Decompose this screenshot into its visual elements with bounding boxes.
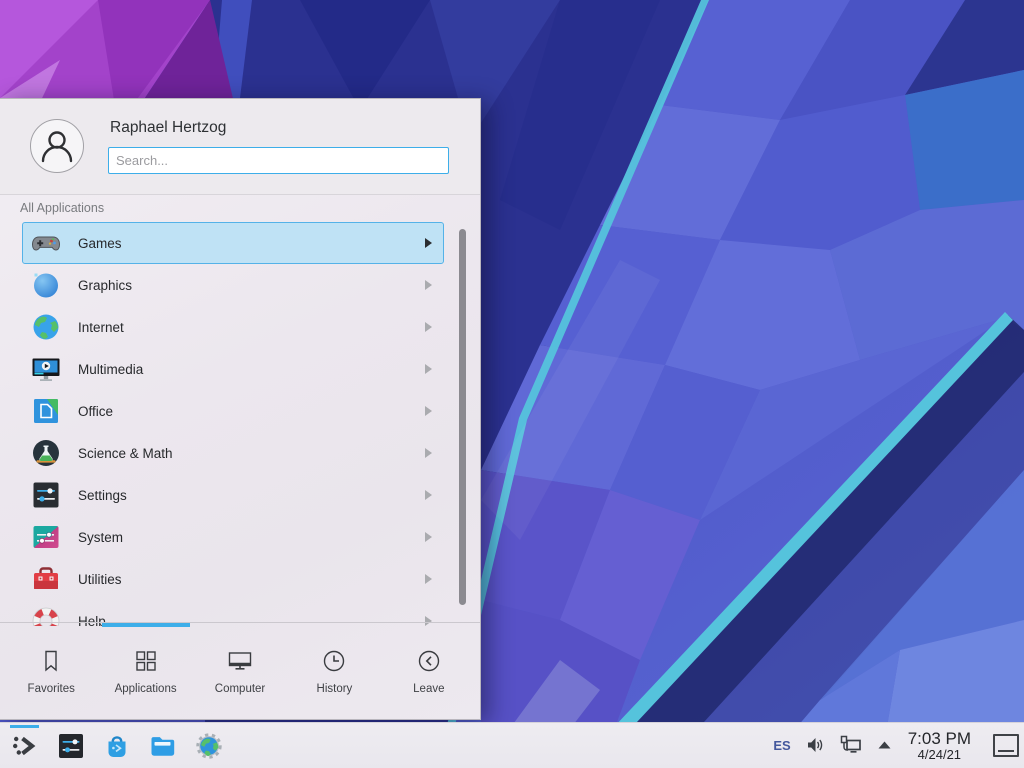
applications-icon bbox=[132, 647, 160, 675]
menu-item-settings[interactable]: Settings bbox=[22, 474, 444, 516]
menu-item-internet[interactable]: Internet bbox=[22, 306, 444, 348]
keyboard-layout-indicator[interactable]: ES bbox=[773, 738, 790, 753]
menu-item-system[interactable]: System bbox=[22, 516, 444, 558]
file-manager-button[interactable] bbox=[148, 731, 178, 761]
show-desktop-button[interactable] bbox=[993, 734, 1019, 757]
launcher-button[interactable] bbox=[10, 731, 40, 761]
web-browser-button[interactable] bbox=[194, 731, 224, 761]
tab-history[interactable]: History bbox=[287, 623, 381, 719]
digital-clock[interactable]: 7:03 PM 4/24/21 bbox=[908, 730, 971, 761]
submenu-arrow-icon bbox=[424, 363, 433, 375]
wired-network-icon[interactable] bbox=[839, 734, 863, 756]
folder-icon bbox=[148, 731, 178, 761]
games-icon bbox=[30, 227, 62, 259]
internet-icon bbox=[30, 311, 62, 343]
application-launcher-menu: Raphael Hertzog All Applications bbox=[0, 98, 481, 720]
search-box bbox=[108, 147, 449, 174]
menu-item-utilities[interactable]: Utilities bbox=[22, 558, 444, 600]
menu-item-office[interactable]: Office bbox=[22, 390, 444, 432]
settings-icon bbox=[30, 479, 62, 511]
menu-item-games[interactable]: Games bbox=[22, 222, 444, 264]
multimedia-icon bbox=[30, 353, 62, 385]
tab-favorites[interactable]: Favorites bbox=[4, 623, 98, 719]
history-icon bbox=[320, 647, 348, 675]
submenu-arrow-icon bbox=[424, 531, 433, 543]
favorites-icon bbox=[37, 647, 65, 675]
graphics-icon bbox=[30, 269, 62, 301]
active-task-indicator bbox=[10, 725, 39, 728]
science-icon bbox=[30, 437, 62, 469]
volume-icon[interactable] bbox=[805, 735, 825, 755]
tab-leave[interactable]: Leave bbox=[382, 623, 476, 719]
clock-time: 7:03 PM bbox=[908, 730, 971, 748]
submenu-arrow-icon bbox=[424, 447, 433, 459]
submenu-arrow-icon bbox=[424, 279, 433, 291]
active-tab-indicator bbox=[102, 623, 190, 627]
submenu-arrow-icon bbox=[424, 321, 433, 333]
category-list: Games Graphics bbox=[22, 222, 444, 626]
office-icon bbox=[30, 395, 62, 427]
section-label: All Applications bbox=[20, 201, 104, 215]
taskbar: ES 7:03 PM 4/24/21 bbox=[0, 722, 1024, 768]
leave-icon bbox=[415, 647, 443, 675]
submenu-arrow-icon bbox=[424, 573, 433, 585]
desktop: Raphael Hertzog All Applications bbox=[0, 0, 1024, 768]
discover-button[interactable] bbox=[102, 731, 132, 761]
system-settings-button[interactable] bbox=[56, 731, 86, 761]
tab-applications[interactable]: Applications bbox=[98, 623, 192, 719]
discover-icon bbox=[102, 731, 132, 761]
avatar[interactable] bbox=[30, 119, 84, 173]
menu-item-science-math[interactable]: Science & Math bbox=[22, 432, 444, 474]
globe-gear-icon bbox=[194, 731, 224, 761]
launcher-header: Raphael Hertzog bbox=[0, 99, 480, 195]
user-icon bbox=[31, 120, 83, 172]
submenu-arrow-icon bbox=[424, 489, 433, 501]
submenu-arrow-icon bbox=[424, 237, 433, 249]
menu-item-multimedia[interactable]: Multimedia bbox=[22, 348, 444, 390]
clock-date: 4/24/21 bbox=[908, 748, 971, 762]
user-name: Raphael Hertzog bbox=[110, 119, 226, 137]
scrollbar[interactable] bbox=[459, 229, 466, 605]
submenu-arrow-icon bbox=[424, 405, 433, 417]
expand-tray-icon[interactable] bbox=[877, 740, 892, 750]
launcher-tab-bar: Favorites Applications bbox=[0, 622, 480, 719]
system-settings-icon bbox=[56, 731, 86, 761]
tab-computer[interactable]: Computer bbox=[193, 623, 287, 719]
computer-icon bbox=[226, 647, 254, 675]
utilities-icon bbox=[30, 563, 62, 595]
show-desktop-glyph bbox=[998, 750, 1014, 752]
kde-launcher-icon bbox=[10, 731, 40, 761]
system-icon bbox=[30, 521, 62, 553]
menu-item-graphics[interactable]: Graphics bbox=[22, 264, 444, 306]
search-input[interactable] bbox=[109, 148, 448, 173]
